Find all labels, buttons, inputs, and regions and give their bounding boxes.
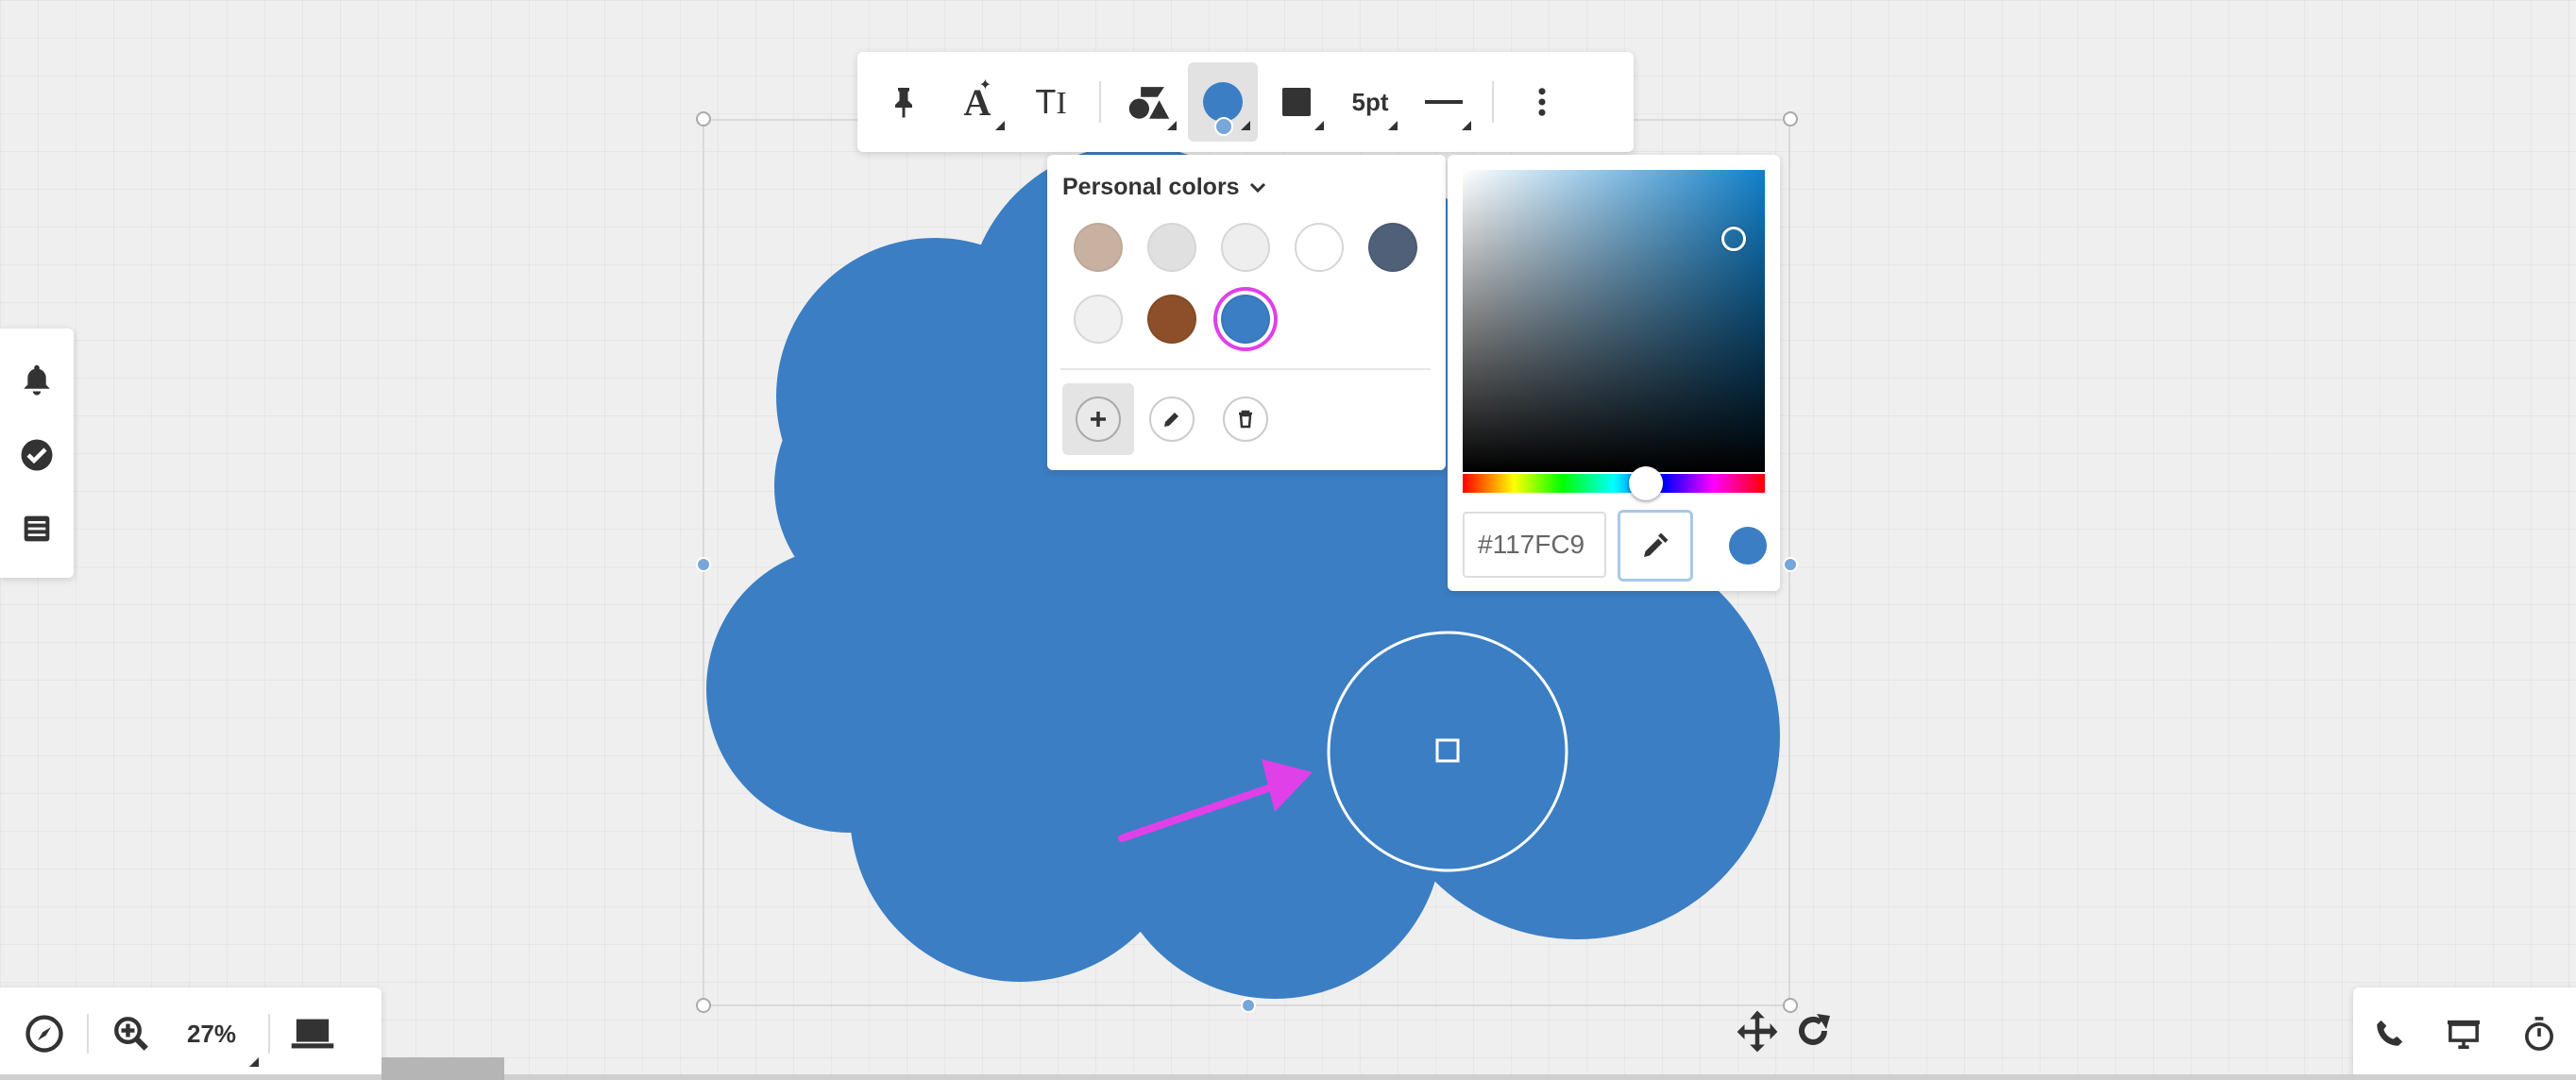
rotate-icon[interactable] [1790, 1008, 1836, 1054]
resize-handle-top-left[interactable] [696, 111, 711, 127]
hex-input[interactable] [1463, 512, 1606, 578]
dropdown-corner-icon [1241, 121, 1250, 130]
edit-color-button[interactable] [1136, 383, 1208, 455]
bar-divider [87, 1014, 89, 1054]
zoom-level-dropdown[interactable]: 27% [164, 1001, 259, 1067]
zoom-in-button[interactable] [98, 1001, 164, 1067]
text-style-button[interactable]: TI [1016, 62, 1086, 142]
color-swatch[interactable] [1221, 223, 1270, 272]
resize-handle-bottom-left[interactable] [696, 998, 711, 1013]
personal-colors-dropdown[interactable]: Personal colors [1062, 174, 1266, 201]
bar-divider [268, 1014, 270, 1054]
timer-icon[interactable] [2522, 1016, 2556, 1052]
sparkle-icon: ✦ [978, 77, 991, 93]
shape-toolbar: A ✦ TI 5pt [857, 52, 1634, 152]
color-swatch[interactable] [1074, 295, 1123, 344]
hue-knob[interactable] [1629, 466, 1663, 500]
fill-color-icon [1203, 82, 1243, 122]
personal-colors-popup: Personal colors [1047, 155, 1446, 470]
color-swatch[interactable] [1295, 223, 1344, 272]
shape-button[interactable] [1114, 62, 1184, 142]
border-color-icon [1282, 88, 1311, 116]
zoom-level: 27% [186, 1019, 237, 1048]
color-swatch[interactable] [1221, 295, 1270, 344]
eyedropper-button[interactable] [1618, 510, 1693, 582]
move-icon[interactable] [1732, 1006, 1783, 1057]
bottom-left-bar: 27% [0, 987, 381, 1080]
compass-icon [25, 1015, 63, 1053]
hue-slider[interactable] [1463, 474, 1765, 493]
bell-icon[interactable] [21, 363, 53, 397]
popup-divider [1060, 368, 1431, 370]
dropdown-corner-icon [249, 1057, 259, 1067]
check-circle-icon[interactable] [20, 438, 54, 472]
resize-handle-left[interactable] [696, 557, 711, 572]
resize-handle-bottom[interactable] [1241, 998, 1256, 1013]
delete-color-button[interactable] [1210, 383, 1281, 455]
bottom-right-bar [2353, 987, 2576, 1080]
fill-color-knob [1214, 117, 1233, 136]
line-style-icon [1425, 100, 1463, 104]
more-options-button[interactable] [1507, 62, 1577, 142]
text-style-icon: TI [1035, 82, 1067, 121]
plus-icon [1076, 397, 1121, 442]
shape-icon [1128, 87, 1170, 119]
color-swatch[interactable] [1147, 295, 1196, 344]
border-width-label: 5pt [1351, 87, 1389, 116]
resize-handle-top-right[interactable] [1783, 111, 1798, 127]
pin-button[interactable] [869, 62, 939, 142]
border-width-button[interactable]: 5pt [1335, 62, 1405, 142]
fill-color-button[interactable] [1188, 62, 1258, 142]
add-color-button[interactable] [1062, 383, 1134, 455]
dropdown-corner-icon [1388, 121, 1398, 130]
saturation-value-area[interactable] [1463, 170, 1765, 472]
resize-handle-right[interactable] [1783, 557, 1798, 572]
dropdown-corner-icon [1314, 121, 1324, 130]
presentation-icon[interactable] [2446, 1018, 2482, 1050]
zoom-in-icon [114, 1017, 148, 1051]
color-swatch[interactable] [1147, 223, 1196, 272]
pencil-icon [1149, 397, 1195, 442]
phone-icon[interactable] [2373, 1018, 2405, 1050]
line-style-button[interactable] [1409, 62, 1479, 142]
color-swatch[interactable] [1074, 223, 1123, 272]
dropdown-corner-icon [995, 121, 1005, 130]
dropdown-corner-icon [1167, 121, 1177, 130]
more-icon [1538, 88, 1546, 116]
toolbar-divider [1099, 81, 1101, 123]
color-picker [1448, 155, 1780, 591]
personal-colors-title: Personal colors [1062, 174, 1240, 200]
eyedropper-icon [1644, 532, 1669, 557]
navigator-button[interactable] [11, 1001, 77, 1067]
dropdown-corner-icon [1462, 121, 1471, 130]
left-side-panel [0, 329, 74, 578]
color-preview [1729, 527, 1767, 565]
scrollbar-thumb[interactable] [381, 1057, 504, 1080]
laptop-icon [291, 1019, 334, 1049]
color-swatch[interactable] [1368, 223, 1417, 272]
list-icon[interactable] [22, 514, 52, 544]
chevron-down-icon [1249, 182, 1265, 193]
pin-icon [895, 88, 912, 118]
toolbar-divider [1492, 81, 1494, 123]
trash-icon [1223, 397, 1268, 442]
text-effects-button[interactable]: A ✦ [942, 62, 1012, 142]
device-view-button[interactable] [280, 1001, 346, 1067]
saturation-knob[interactable] [1721, 227, 1746, 251]
border-color-button[interactable] [1262, 62, 1331, 142]
